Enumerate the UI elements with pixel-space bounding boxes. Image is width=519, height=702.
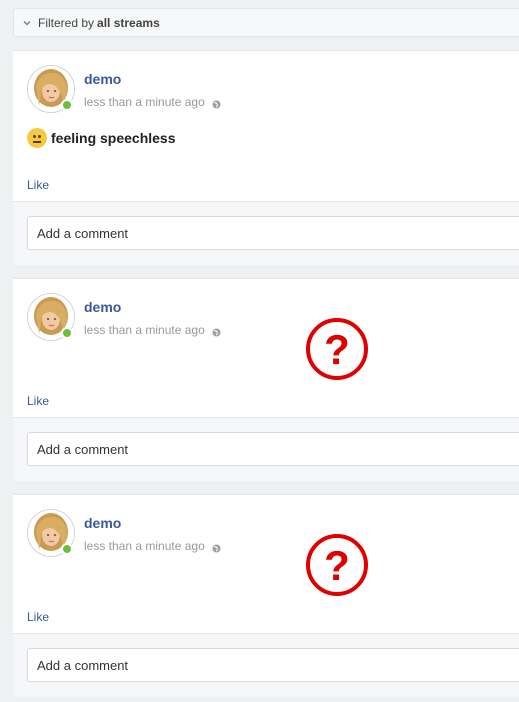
online-dot-icon [61, 543, 73, 555]
post-timestamp[interactable]: less than a minute ago [84, 323, 221, 337]
comment-section: Add a comment [13, 633, 519, 697]
post-status: feeling speechless [27, 128, 176, 148]
online-dot-icon [61, 327, 73, 339]
comment-input[interactable]: Add a comment [27, 216, 519, 250]
post-card: demo less than a minute ago feeling spee… [13, 50, 519, 202]
post-author-link[interactable]: demo [84, 71, 121, 87]
online-dot-icon [61, 99, 73, 111]
comment-input[interactable]: Add a comment [27, 648, 519, 682]
status-text: feeling speechless [51, 130, 176, 146]
avatar[interactable] [27, 65, 75, 113]
post-author-link[interactable]: demo [84, 299, 121, 315]
like-link[interactable]: Like [27, 178, 49, 192]
comment-section: Add a comment [13, 417, 519, 481]
question-mark-icon: ? [305, 533, 369, 597]
globe-icon [212, 542, 221, 552]
neutral-face-icon [27, 128, 47, 148]
timestamp-text: less than a minute ago [84, 95, 205, 109]
post-card: demo less than a minute ago ? Like [13, 278, 519, 418]
globe-icon [212, 326, 221, 336]
timestamp-text: less than a minute ago [84, 323, 205, 337]
globe-icon [212, 98, 221, 108]
svg-text:?: ? [324, 542, 350, 589]
filter-prefix: Filtered by [38, 15, 95, 30]
question-mark-icon: ? [305, 317, 369, 381]
like-link[interactable]: Like [27, 610, 49, 624]
comment-section: Add a comment [13, 201, 519, 265]
stream-filter-bar[interactable]: Filtered by all streams [13, 8, 519, 37]
chevron-down-icon[interactable] [22, 18, 32, 28]
avatar[interactable] [27, 293, 75, 341]
filter-value[interactable]: all streams [97, 16, 160, 30]
post-card: demo less than a minute ago ? Like [13, 494, 519, 634]
timestamp-text: less than a minute ago [84, 539, 205, 553]
post-timestamp[interactable]: less than a minute ago [84, 539, 221, 553]
like-link[interactable]: Like [27, 394, 49, 408]
post-timestamp[interactable]: less than a minute ago [84, 95, 221, 109]
svg-text:?: ? [324, 326, 350, 373]
comment-input[interactable]: Add a comment [27, 432, 519, 466]
post-author-link[interactable]: demo [84, 515, 121, 531]
avatar[interactable] [27, 509, 75, 557]
